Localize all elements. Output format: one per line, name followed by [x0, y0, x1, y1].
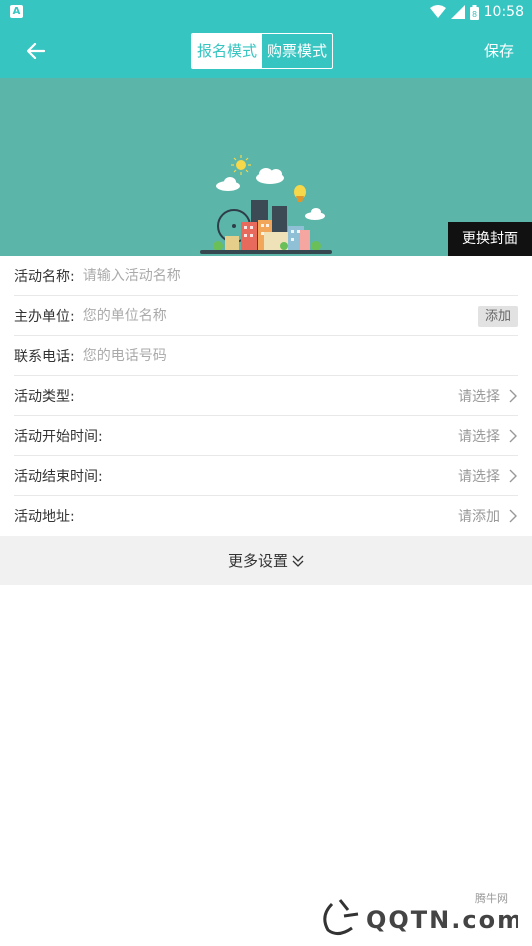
more-settings-label: 更多设置	[227, 552, 288, 570]
chevron-right-icon	[509, 469, 517, 483]
save-button[interactable]: 保存	[484, 40, 514, 61]
phone-input[interactable]	[82, 340, 518, 371]
clock: 10:58	[483, 4, 524, 20]
activity-type-row[interactable]: 活动类型: 请选择	[14, 376, 518, 416]
watermark: QQTN.com 腾牛网	[318, 892, 522, 936]
back-arrow-icon	[27, 43, 45, 59]
start-time-value: 请选择	[458, 428, 500, 445]
organizer-label: 主办单位:	[14, 308, 75, 325]
mode-switch: 报名模式 购票模式	[191, 33, 333, 69]
system-icons: 8 10:58	[429, 3, 524, 21]
end-time-label: 活动结束时间:	[14, 468, 103, 485]
start-time-row[interactable]: 活动开始时间: 请选择	[14, 416, 518, 456]
double-chevron-down-icon	[292, 555, 304, 567]
address-row[interactable]: 活动地址: 请添加	[14, 496, 518, 536]
activity-type-value: 请选择	[458, 388, 500, 405]
activity-type-label: 活动类型:	[14, 388, 75, 405]
organizer-input[interactable]	[82, 300, 518, 331]
battery-level: 8	[472, 10, 477, 19]
activity-name-input[interactable]	[82, 260, 518, 291]
watermark-domain: QQTN.com	[366, 906, 518, 934]
tab-ticket-mode[interactable]: 购票模式	[262, 34, 332, 68]
phone-label: 联系电话:	[14, 348, 75, 365]
battery-icon: 8	[469, 4, 479, 20]
chevron-right-icon	[509, 509, 517, 523]
signal-icon	[450, 5, 465, 19]
change-cover-button[interactable]: 更换封面	[448, 222, 532, 256]
start-time-label: 活动开始时间:	[14, 428, 103, 445]
tab-signup-mode[interactable]: 报名模式	[192, 34, 262, 68]
end-time-row[interactable]: 活动结束时间: 请选择	[14, 456, 518, 496]
app-bar: 报名模式 购票模式 保存	[0, 24, 532, 78]
chevron-right-icon	[509, 389, 517, 403]
end-time-value: 请选择	[458, 468, 500, 485]
watermark-site: 腾牛网	[475, 892, 508, 905]
status-bar: A 8 10:58	[0, 0, 532, 24]
address-label: 活动地址:	[14, 509, 75, 525]
add-organizer-button[interactable]: 添加	[478, 306, 518, 327]
activity-name-row: 活动名称:	[14, 256, 518, 296]
chevron-right-icon	[509, 429, 517, 443]
more-settings-button[interactable]: 更多设置	[0, 536, 532, 585]
back-button[interactable]	[18, 34, 54, 68]
app-notification-icon: A	[10, 5, 23, 18]
address-value: 请添加	[458, 509, 500, 525]
cover-image: 更换封面	[0, 78, 532, 256]
city-illustration	[200, 155, 332, 254]
activity-form: 活动名称: 主办单位: 添加 联系电话: 活动类型: 请选择 活动开始时间: 请…	[0, 256, 532, 536]
phone-row: 联系电话:	[14, 336, 518, 376]
organizer-row: 主办单位: 添加	[14, 296, 518, 336]
wifi-icon	[429, 5, 446, 18]
activity-name-label: 活动名称:	[14, 268, 75, 285]
